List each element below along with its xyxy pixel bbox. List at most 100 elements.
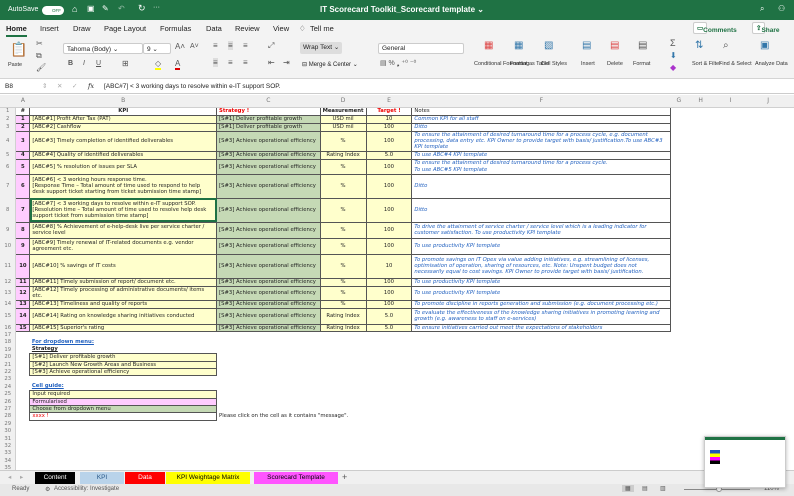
notes-cell[interactable]: To promote savings on IT Opex via value … <box>411 253 672 279</box>
empty-cell[interactable] <box>671 123 687 131</box>
borders-icon[interactable]: ⊞ <box>122 59 129 68</box>
target-cell[interactable]: 100 <box>365 197 413 223</box>
empty-cell[interactable] <box>746 107 790 115</box>
empty-cell[interactable] <box>366 457 412 464</box>
find-select-icon[interactable]: ⌕ <box>723 40 729 51</box>
row-header[interactable]: 2 <box>0 115 17 123</box>
row-header[interactable]: 22 <box>0 368 17 376</box>
empty-cell[interactable] <box>671 324 687 331</box>
strategy-cell[interactable]: [S#3] Achieve operational efficiency <box>216 307 321 325</box>
tab-formulas[interactable]: Formulas <box>160 24 191 33</box>
merge-center-button[interactable]: ⊟ Merge & Center ⌄ <box>302 61 358 68</box>
row-header[interactable]: 31 <box>0 435 17 443</box>
empty-cell[interactable] <box>320 428 366 435</box>
empty-cell[interactable] <box>412 354 671 361</box>
kpi-name-cell[interactable]: [ABC#11] Timely submission of report/ do… <box>29 277 218 287</box>
empty-cell[interactable] <box>412 391 671 398</box>
empty-cell[interactable] <box>746 300 790 308</box>
target-cell[interactable]: 100 <box>365 237 413 255</box>
empty-cell[interactable] <box>746 286 790 300</box>
paste-icon[interactable]: 📋 <box>10 41 27 58</box>
empty-cell[interactable] <box>790 450 794 457</box>
row-header[interactable]: 12 <box>0 278 17 287</box>
row-header[interactable]: 18 <box>0 338 17 347</box>
empty-cell[interactable] <box>16 457 30 464</box>
empty-cell[interactable] <box>746 324 790 331</box>
measurement-cell[interactable]: Rating Index <box>319 323 367 332</box>
kpi-number-cell[interactable]: 12 <box>15 285 31 301</box>
empty-cell[interactable] <box>671 300 687 308</box>
notes-cell[interactable]: To ensure the attainment of desired turn… <box>411 130 672 152</box>
row-header[interactable]: 6 <box>0 159 17 175</box>
kpi-number-cell[interactable]: 4 <box>15 150 31 160</box>
select-all-corner[interactable] <box>0 95 16 108</box>
empty-cell[interactable] <box>687 383 715 390</box>
empty-cell[interactable] <box>366 398 412 405</box>
format-painter-icon[interactable]: 🖌 <box>36 63 46 72</box>
empty-cell[interactable] <box>412 339 671 346</box>
empty-cell[interactable] <box>320 354 366 361</box>
target-cell[interactable]: 10 <box>365 114 413 124</box>
empty-cell[interactable] <box>412 457 671 464</box>
measurement-cell[interactable]: % <box>319 130 367 152</box>
notes-cell[interactable]: Ditto <box>411 173 672 199</box>
row-header[interactable]: 21 <box>0 361 17 369</box>
empty-cell[interactable] <box>412 331 671 338</box>
format-cells-icon[interactable]: ▤ <box>638 40 647 51</box>
empty-cell[interactable] <box>671 435 687 442</box>
empty-cell[interactable] <box>746 222 790 238</box>
kpi-name-cell[interactable]: [ABC#5] % resolution of issues per SLA <box>29 158 218 175</box>
tab-insert[interactable]: Insert <box>40 24 59 33</box>
row-header[interactable]: 8 <box>0 198 17 223</box>
kpi-number-cell[interactable]: 10 <box>15 253 31 279</box>
empty-cell[interactable] <box>366 354 412 361</box>
empty-cell[interactable] <box>687 420 715 427</box>
empty-cell[interactable] <box>746 151 790 159</box>
measurement-cell[interactable]: % <box>319 173 367 199</box>
fill-color-icon[interactable]: ◇ <box>155 59 162 70</box>
empty-cell[interactable] <box>715 346 747 353</box>
home-icon[interactable]: ⌂ <box>72 4 77 14</box>
empty-cell[interactable] <box>16 346 30 353</box>
empty-cell[interactable] <box>412 428 671 435</box>
empty-cell[interactable] <box>746 361 790 368</box>
empty-cell[interactable] <box>687 428 715 435</box>
kpi-name-cell[interactable]: [ABC#3] Timely completion of identified … <box>29 130 218 152</box>
empty-cell[interactable] <box>715 383 747 390</box>
empty-cell[interactable] <box>687 131 715 151</box>
bold-icon[interactable]: B <box>68 60 73 67</box>
search-icon[interactable]: ⌕ <box>760 4 764 14</box>
empty-cell[interactable] <box>687 368 715 375</box>
kpi-number-cell[interactable]: 15 <box>15 323 31 332</box>
sort-filter-icon[interactable]: ⇅ <box>695 40 703 51</box>
empty-cell[interactable] <box>30 450 217 457</box>
empty-cell[interactable] <box>412 368 671 375</box>
target-cell[interactable]: 5.0 <box>365 150 413 160</box>
row-header[interactable]: 1 <box>0 107 17 115</box>
empty-cell[interactable] <box>746 115 790 123</box>
notes-cell[interactable]: Ditto <box>411 122 672 132</box>
strategy-cell[interactable]: [S#3] Achieve operational efficiency <box>216 323 321 332</box>
empty-cell[interactable] <box>16 354 30 361</box>
row-header[interactable]: 17 <box>0 331 17 339</box>
empty-cell[interactable] <box>366 346 412 353</box>
align-middle-icon[interactable]: ≡ <box>228 41 233 50</box>
sheet-tab-content[interactable]: Content <box>35 472 75 484</box>
empty-cell[interactable] <box>366 405 412 412</box>
empty-cell[interactable] <box>790 413 794 420</box>
sheet-tab-kpi[interactable]: KPI <box>80 472 124 484</box>
row-header[interactable]: 11 <box>0 254 17 279</box>
empty-cell[interactable] <box>366 442 412 449</box>
notes-cell[interactable]: To ensure initiatives carried out meet t… <box>411 323 672 332</box>
empty-cell[interactable] <box>412 450 671 457</box>
measurement-cell[interactable]: % <box>319 253 367 279</box>
empty-cell[interactable] <box>715 131 747 151</box>
enter-icon[interactable]: ✓ <box>72 82 77 90</box>
strategy-cell[interactable]: [S#3] Achieve operational efficiency <box>216 173 321 199</box>
empty-cell[interactable] <box>687 391 715 398</box>
notes-cell[interactable]: To use ABC#4 KPI template <box>411 150 672 160</box>
header-target[interactable]: Target ! <box>365 106 413 116</box>
add-sheet-button[interactable]: + <box>342 472 347 482</box>
autosum-icon[interactable]: Σ <box>670 38 676 48</box>
italic-icon[interactable]: I <box>83 60 85 67</box>
